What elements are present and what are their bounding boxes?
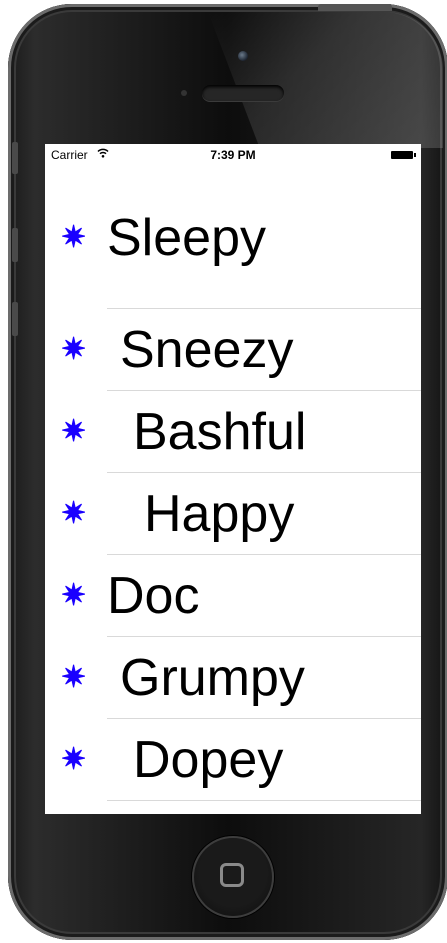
star-bullet-icon: ✷ [61,579,87,612]
list-item[interactable]: ✷ Happy [45,473,421,555]
list-item[interactable]: ✷ Dopey [45,719,421,801]
list-item[interactable]: ✷ Sleepy [45,166,421,309]
star-bullet-icon: ✷ [61,333,87,366]
list-item-label: Doc [107,567,200,625]
list-item-label: Happy [144,485,295,543]
volume-up-button [12,228,18,262]
list-item[interactable]: ✷ Bashful [45,391,421,473]
clock: 7:39 PM [210,148,256,162]
star-bullet-icon: ✷ [61,497,87,530]
list-item[interactable]: ✷ Grumpy [45,637,421,719]
home-button[interactable] [192,836,274,918]
front-camera [238,51,248,61]
row-separator [107,800,421,801]
dwarf-list: ✷ Sleepy ✷ Sneezy ✷ Bashful ✷ Happy ✷ Do… [45,166,421,801]
home-button-icon [220,863,244,887]
glass-glare [208,12,443,148]
status-bar: Carrier 7:39 PM [45,144,421,166]
mute-switch [12,142,18,174]
screen: Carrier 7:39 PM ✷ Sleepy ✷ Sneezy ✷ Bash… [45,144,421,814]
power-button [318,4,392,11]
star-bullet-icon: ✷ [61,661,87,694]
star-bullet-icon: ✷ [61,743,87,776]
earpiece-speaker [202,85,284,101]
list-item[interactable]: ✷ Doc [45,555,421,637]
list-item-label: Sneezy [120,321,294,379]
battery-icon [391,151,416,159]
list-item-label: Sleepy [107,208,266,267]
star-bullet-icon: ✷ [61,415,87,448]
proximity-sensor [181,90,187,96]
volume-down-button [12,302,18,336]
list-item-label: Grumpy [120,649,305,707]
list-item[interactable]: ✷ Sneezy [45,309,421,391]
star-bullet-icon: ✷ [61,220,87,254]
list-item-label: Bashful [133,403,307,461]
list-item-label: Dopey [133,731,284,789]
